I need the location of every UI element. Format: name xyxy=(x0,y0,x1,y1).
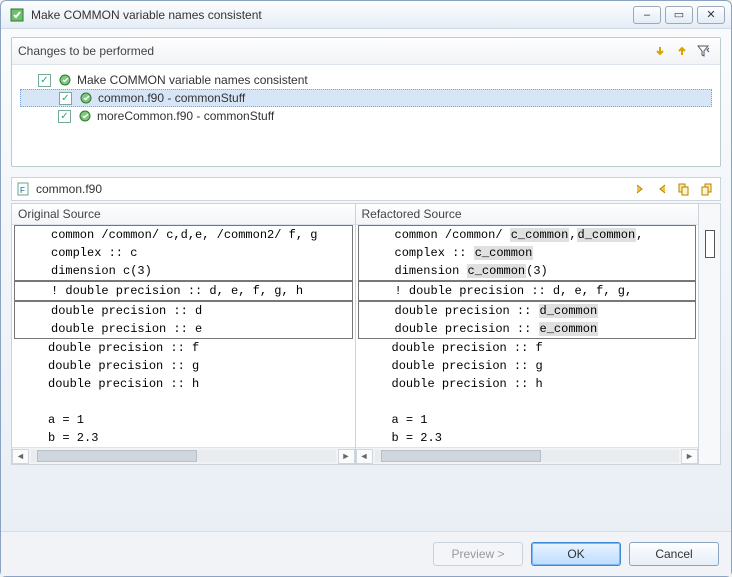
next-diff-icon[interactable] xyxy=(630,180,650,198)
prev-diff-icon[interactable] xyxy=(652,180,672,198)
scroll-right-icon[interactable]: ► xyxy=(681,449,698,464)
diff-file-name: common.f90 xyxy=(36,182,628,196)
code-line xyxy=(12,393,355,411)
tree-label: Make COMMON variable names consistent xyxy=(77,73,308,87)
titlebar: Make COMMON variable names consistent – … xyxy=(1,1,731,29)
filter-icon[interactable] xyxy=(694,42,714,60)
minimize-button[interactable]: – xyxy=(633,6,661,24)
refactored-title: Refactored Source xyxy=(356,204,699,225)
dialog-window: Make COMMON variable names consistent – … xyxy=(0,0,732,577)
code-line: common /common/ c,d,e, /common2/ f, g xyxy=(15,226,352,244)
tree-row[interactable]: ✓ Make COMMON variable names consistent xyxy=(20,71,712,89)
copy-right-icon[interactable] xyxy=(696,180,716,198)
scroll-left-icon[interactable]: ◄ xyxy=(12,449,29,464)
code-line: double precision :: e_common xyxy=(359,320,696,338)
code-line: double precision :: d xyxy=(15,302,352,320)
copy-left-icon[interactable] xyxy=(674,180,694,198)
overview-thumb[interactable] xyxy=(705,230,715,258)
refactor-icon xyxy=(57,72,73,88)
scroll-track[interactable] xyxy=(31,450,336,462)
checkbox[interactable]: ✓ xyxy=(58,110,71,123)
scroll-thumb[interactable] xyxy=(381,450,541,462)
ok-button[interactable]: OK xyxy=(531,542,621,566)
changes-title: Changes to be performed xyxy=(18,44,648,58)
code-line: double precision :: f xyxy=(356,339,699,357)
file-change-icon xyxy=(77,108,93,124)
maximize-button[interactable]: ▭ xyxy=(665,6,693,24)
fortran-file-icon: F xyxy=(16,181,32,197)
original-hscroll[interactable]: ◄ ► xyxy=(12,447,355,464)
move-up-icon[interactable] xyxy=(672,42,692,60)
overview-ruler[interactable] xyxy=(698,204,720,464)
changes-panel: Changes to be performed ✓ Make COMMON var… xyxy=(11,37,721,167)
scroll-right-icon[interactable]: ► xyxy=(338,449,355,464)
close-button[interactable]: ✕ xyxy=(697,6,725,24)
tree-label: moreCommon.f90 - commonStuff xyxy=(97,109,274,123)
move-down-icon[interactable] xyxy=(650,42,670,60)
refactored-pane: Refactored Source common /common/ c_comm… xyxy=(356,204,699,464)
refactored-hscroll[interactable]: ◄ ► xyxy=(356,447,699,464)
original-title: Original Source xyxy=(12,204,355,225)
code-line: a = 1 xyxy=(12,411,355,429)
tree-row[interactable]: ✓ moreCommon.f90 - commonStuff xyxy=(20,107,712,125)
scroll-left-icon[interactable]: ◄ xyxy=(356,449,373,464)
checkbox[interactable]: ✓ xyxy=(38,74,51,87)
tree-label: common.f90 - commonStuff xyxy=(98,91,245,105)
code-line: complex :: c xyxy=(15,244,352,262)
cancel-button[interactable]: Cancel xyxy=(629,542,719,566)
original-code[interactable]: common /common/ c,d,e, /common2/ f, gcom… xyxy=(12,225,355,447)
scroll-track[interactable] xyxy=(375,450,680,462)
code-line: b = 2.3 xyxy=(356,429,699,447)
code-line: double precision :: f xyxy=(12,339,355,357)
original-pane: Original Source common /common/ c,d,e, /… xyxy=(12,204,356,464)
code-line: ! double precision :: d, e, f, g, xyxy=(359,282,696,300)
diff-viewer: Original Source common /common/ c,d,e, /… xyxy=(11,203,721,465)
dialog-buttons: Preview > OK Cancel xyxy=(1,531,731,576)
checkbox[interactable]: ✓ xyxy=(59,92,72,105)
scroll-thumb[interactable] xyxy=(37,450,197,462)
tree-row[interactable]: ✓ common.f90 - commonStuff xyxy=(20,89,712,107)
preview-button[interactable]: Preview > xyxy=(433,542,523,566)
code-line: double precision :: e xyxy=(15,320,352,338)
changes-tree[interactable]: ✓ Make COMMON variable names consistent ✓ c… xyxy=(12,65,720,166)
code-line: double precision :: g xyxy=(12,357,355,375)
refactored-code[interactable]: common /common/ c_common,d_common,comple… xyxy=(356,225,699,447)
window-title: Make COMMON variable names consistent xyxy=(31,8,629,22)
svg-text:F: F xyxy=(20,186,25,195)
code-line: ! double precision :: d, e, f, g, h xyxy=(15,282,352,300)
app-icon xyxy=(9,7,25,23)
code-line: double precision :: h xyxy=(12,375,355,393)
code-line: double precision :: d_common xyxy=(359,302,696,320)
code-line: double precision :: g xyxy=(356,357,699,375)
code-line: double precision :: h xyxy=(356,375,699,393)
code-line: dimension c_common(3) xyxy=(359,262,696,280)
file-change-icon xyxy=(78,90,94,106)
code-line: common /common/ c_common,d_common, xyxy=(359,226,696,244)
code-line: b = 2.3 xyxy=(12,429,355,447)
code-line: complex :: c_common xyxy=(359,244,696,262)
code-line xyxy=(356,393,699,411)
code-line: dimension c(3) xyxy=(15,262,352,280)
code-line: a = 1 xyxy=(356,411,699,429)
diff-toolbar: F common.f90 xyxy=(11,177,721,201)
